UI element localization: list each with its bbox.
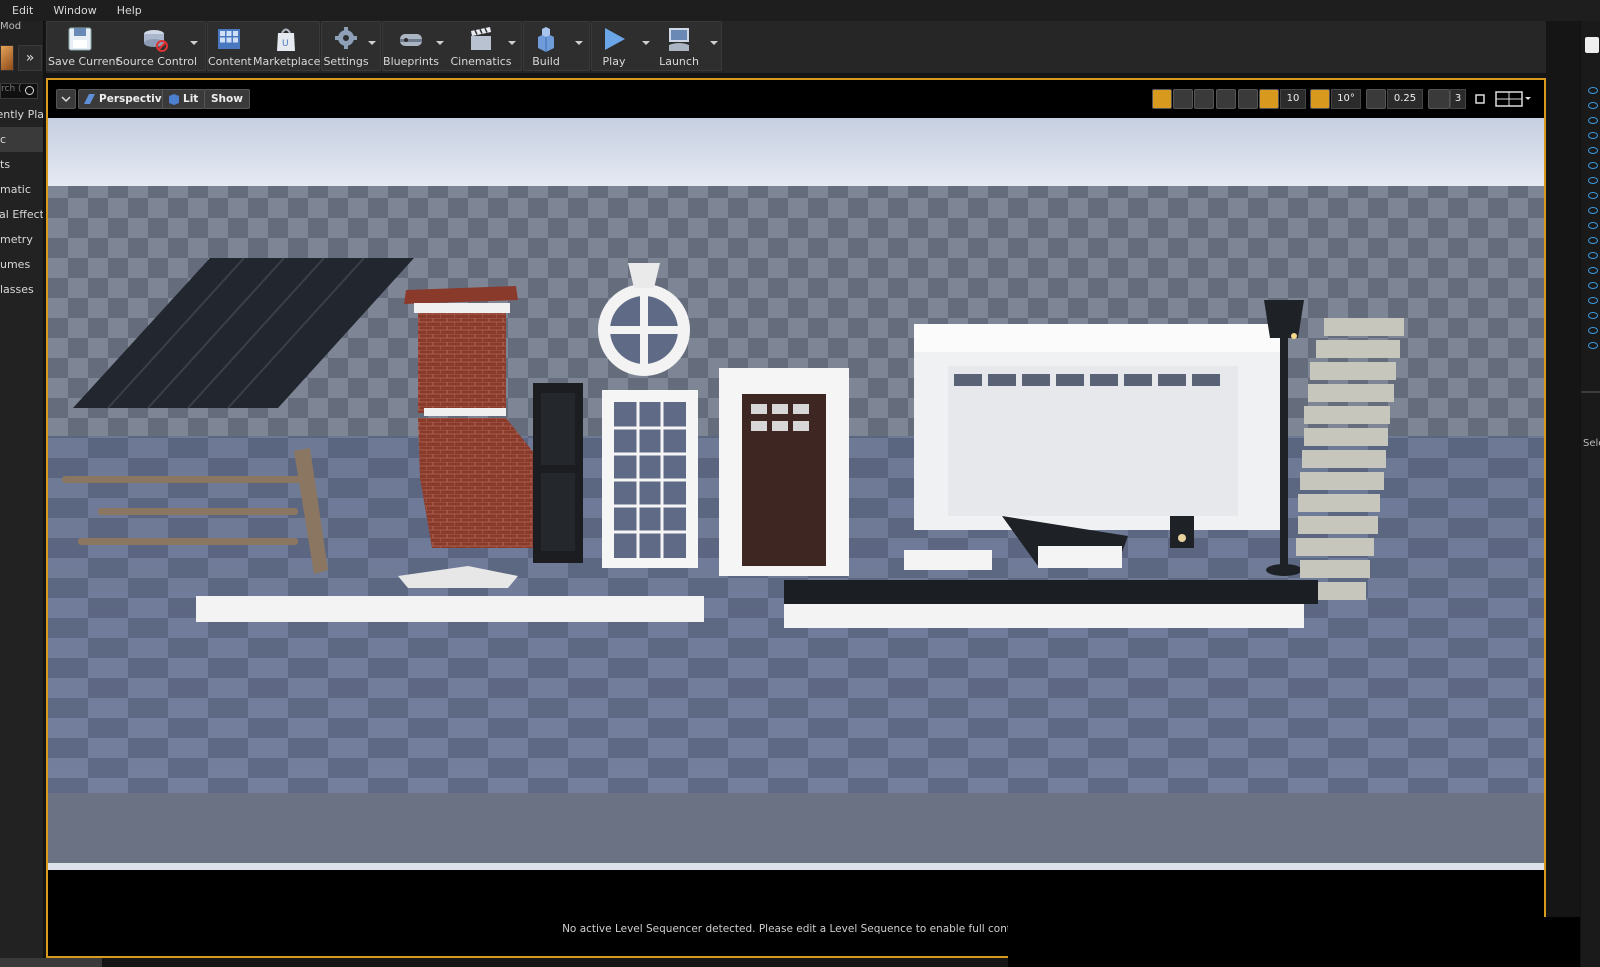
maximize-viewport-icon[interactable] — [1470, 89, 1490, 109]
chevron-down-icon — [61, 96, 71, 103]
source-control-icon — [144, 30, 168, 52]
viewport-toolbar: Perspective Lit Show 10 10° 0.25 3 — [48, 80, 1544, 118]
rotation-snap-icon[interactable] — [1310, 89, 1330, 109]
category-recently-placed[interactable]: ently Pla — [0, 102, 43, 127]
visibility-eye-icon[interactable] — [1588, 162, 1598, 169]
category-geometry[interactable]: metry — [0, 227, 43, 252]
place-mode-panel: Mod » rch ( ently Pla c ts matic al Effe… — [0, 21, 44, 967]
settings-button[interactable]: Settings — [322, 21, 370, 71]
cinematics-dropdown-arrow[interactable] — [508, 41, 516, 45]
visibility-eye-icon[interactable] — [1588, 117, 1598, 124]
visibility-eye-icon[interactable] — [1588, 282, 1598, 289]
camera-speed-value[interactable]: 3 — [1450, 89, 1466, 109]
visibility-eye-icon[interactable] — [1588, 237, 1598, 244]
world-coordinate-icon[interactable] — [1216, 89, 1236, 109]
translate-mode-icon[interactable] — [1152, 89, 1172, 109]
visibility-eye-icon[interactable] — [1588, 342, 1598, 349]
visibility-eye-icon[interactable] — [1588, 312, 1598, 319]
settings-gear-icon — [335, 27, 357, 49]
menu-edit[interactable]: Edit — [0, 0, 43, 21]
expand-modes-button[interactable]: » — [18, 45, 42, 71]
build-blocks-icon — [538, 27, 554, 52]
category-all-classes[interactable]: lasses — [0, 277, 43, 302]
outliner-options-icon[interactable] — [1585, 37, 1599, 53]
marketplace-icon: U — [277, 28, 295, 51]
visibility-eye-icon[interactable] — [1588, 207, 1598, 214]
scale-mode-icon[interactable] — [1194, 89, 1214, 109]
category-basic[interactable]: c — [0, 127, 43, 152]
save-icon — [68, 27, 92, 51]
rotation-snap-value[interactable]: 10° — [1331, 89, 1361, 109]
search-classes-input[interactable]: rch ( — [0, 83, 38, 99]
play-icon — [605, 28, 625, 50]
main-toolbar: Save Current Source Control Content U Ma… — [46, 21, 1546, 73]
viewport-options-button[interactable] — [56, 89, 76, 109]
settings-dropdown-arrow[interactable] — [368, 41, 376, 45]
grid-snap-icon[interactable] — [1259, 89, 1279, 109]
marketplace-button[interactable]: U Marketplace — [253, 21, 320, 71]
scale-snap-value[interactable]: 0.25 — [1387, 89, 1423, 109]
menu-help[interactable]: Help — [107, 0, 152, 21]
visibility-eye-icon[interactable] — [1588, 327, 1598, 334]
blueprints-button[interactable]: Blueprints — [383, 21, 439, 71]
overlay-panel — [1008, 917, 1600, 967]
category-volumes[interactable]: umes — [0, 252, 43, 277]
search-placeholder: rch ( — [1, 84, 22, 94]
svg-text:U: U — [282, 39, 289, 49]
menu-bar: Edit Window Help — [0, 0, 1600, 21]
place-mode-icon[interactable] — [0, 45, 14, 71]
layout-options-icon[interactable] — [1492, 89, 1532, 109]
show-flags-button[interactable]: Show — [204, 89, 250, 109]
content-browser-icon — [218, 29, 240, 49]
camera-speed-icon[interactable] — [1428, 89, 1450, 109]
rotate-mode-icon[interactable] — [1173, 89, 1193, 109]
visibility-eye-icon[interactable] — [1588, 252, 1598, 259]
visibility-eye-icon[interactable] — [1588, 147, 1598, 154]
visibility-eye-icon[interactable] — [1588, 192, 1598, 199]
play-dropdown-arrow[interactable] — [642, 41, 650, 45]
scene-render[interactable] — [48, 118, 1544, 870]
perspective-camera-icon — [84, 94, 95, 104]
search-icon — [25, 86, 34, 95]
clapperboard-icon — [471, 27, 491, 50]
content-button[interactable]: Content — [208, 21, 252, 71]
source-control-button[interactable]: Source Control — [116, 21, 197, 71]
visibility-eye-icon[interactable] — [1588, 222, 1598, 229]
visibility-eye-icon[interactable] — [1588, 267, 1598, 274]
build-button[interactable]: Build — [524, 21, 568, 71]
blueprints-icon — [400, 34, 422, 46]
launch-dropdown-arrow[interactable] — [710, 41, 718, 45]
source-control-dropdown-arrow[interactable] — [190, 41, 198, 45]
surface-snap-icon[interactable] — [1238, 89, 1258, 109]
launch-controller-icon — [669, 28, 689, 51]
lit-view-mode-button[interactable]: Lit — [162, 89, 206, 109]
blueprints-dropdown-arrow[interactable] — [436, 41, 444, 45]
play-button[interactable]: Play — [594, 21, 634, 71]
scale-snap-icon[interactable] — [1366, 89, 1386, 109]
grid-snap-value[interactable]: 10 — [1280, 89, 1306, 109]
world-outliner-strip: Sele — [1580, 21, 1600, 967]
visibility-eye-icon[interactable] — [1588, 102, 1598, 109]
menu-window[interactable]: Window — [43, 0, 106, 21]
cinematics-button[interactable]: Cinematics — [450, 21, 512, 71]
panel-splitter[interactable] — [1581, 391, 1600, 399]
content-browser-tab[interactable] — [0, 958, 102, 967]
visibility-eye-icon[interactable] — [1588, 87, 1598, 94]
visibility-eye-icon[interactable] — [1588, 177, 1598, 184]
lit-sphere-icon — [169, 94, 179, 105]
visibility-eye-icon[interactable] — [1588, 297, 1598, 304]
launch-button[interactable]: Launch — [656, 21, 702, 71]
details-selected-label: Sele — [1583, 438, 1600, 449]
modes-tab-label[interactable]: Mod — [0, 21, 21, 32]
category-lights[interactable]: ts — [0, 152, 43, 177]
level-viewport[interactable]: Perspective Lit Show 10 10° 0.25 3 No ac… — [46, 78, 1546, 958]
category-visual-effects[interactable]: al Effect — [0, 202, 43, 227]
category-cinematic[interactable]: matic — [0, 177, 43, 202]
visibility-eye-icon[interactable] — [1588, 132, 1598, 139]
build-dropdown-arrow[interactable] — [575, 41, 583, 45]
save-current-button[interactable]: Save Current — [48, 21, 120, 71]
